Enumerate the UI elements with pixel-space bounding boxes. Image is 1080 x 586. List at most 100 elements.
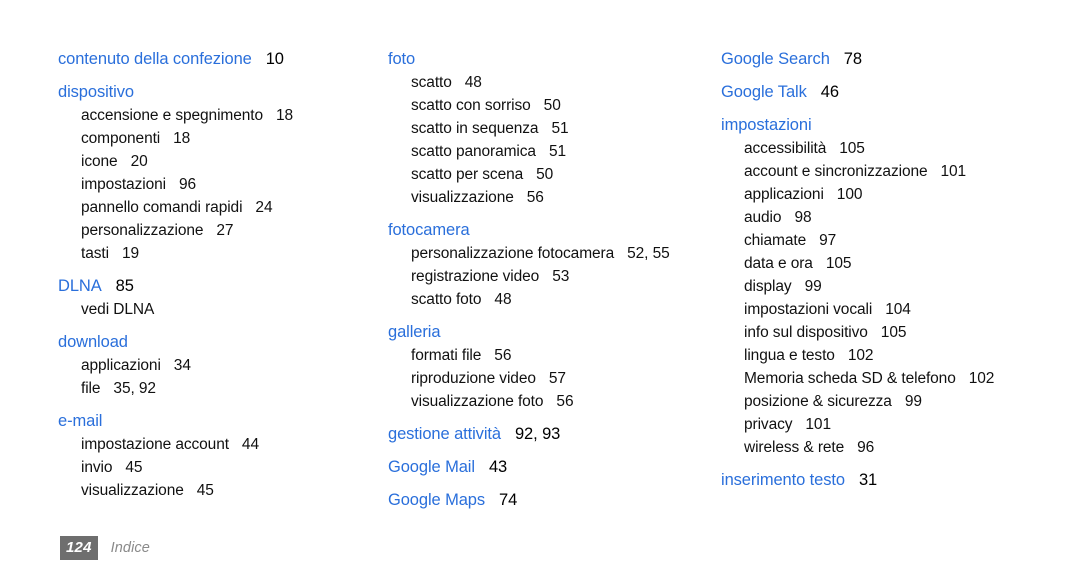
index-group: inserimento testo 31 [721, 469, 1054, 492]
index-entry[interactable]: scatto panoramica 51 [388, 140, 707, 163]
index-entry[interactable]: formati file 56 [388, 344, 707, 367]
index-entry[interactable]: account e sincronizzazione 101 [721, 160, 1054, 183]
index-entry-label: pannello comandi rapidi [81, 199, 243, 216]
index-entry[interactable]: vedi DLNA [58, 298, 374, 321]
index-entry[interactable]: display 99 [721, 275, 1054, 298]
index-entry-label: posizione & sicurezza [744, 393, 892, 410]
index-heading-pages: 78 [843, 50, 862, 68]
index-heading-label: contenuto della confezione [58, 50, 252, 68]
index-heading[interactable]: download [58, 331, 374, 354]
index-entry[interactable]: personalizzazione 27 [58, 219, 374, 242]
index-heading-label: Google Talk [721, 83, 807, 101]
index-entry[interactable]: impostazione account 44 [58, 433, 374, 456]
index-entry[interactable]: scatto 48 [388, 71, 707, 94]
index-entry[interactable]: accensione e spegnimento 18 [58, 104, 374, 127]
index-entry-label: file [81, 380, 101, 397]
index-entry[interactable]: personalizzazione fotocamera 52, 55 [388, 242, 707, 265]
index-entry-label: registrazione video [411, 268, 540, 285]
index-entry[interactable]: impostazioni vocali 104 [721, 298, 1054, 321]
index-entry[interactable]: scatto foto 48 [388, 288, 707, 311]
index-entry-label: personalizzazione [81, 222, 204, 239]
index-entry-list: scatto 48 scatto con sorriso 50 scatto in se… [388, 71, 707, 209]
index-heading[interactable]: foto [388, 48, 707, 71]
index-entry[interactable]: riproduzione video 57 [388, 367, 707, 390]
index-entry[interactable]: file 35, 92 [58, 377, 374, 400]
index-entry[interactable]: visualizzazione 56 [388, 186, 707, 209]
index-columns: contenuto della confezione 10 dispositivo a… [58, 48, 1054, 512]
index-entry-label: scatto [411, 74, 452, 91]
index-column: foto scatto 48 scatto con sorriso 50 scatto i… [388, 48, 721, 512]
index-entry[interactable]: audio 98 [721, 206, 1054, 229]
index-entry-pages: 53 [552, 268, 570, 285]
index-entry-label: audio [744, 209, 782, 226]
index-entry-pages: 45 [125, 459, 143, 476]
index-entry-pages: 105 [880, 324, 907, 341]
index-entry-pages: 98 [794, 209, 812, 226]
index-entry-label: accessibilità [744, 140, 827, 157]
index-entry-label: scatto con sorriso [411, 97, 531, 114]
index-heading[interactable]: Google Maps 74 [388, 489, 707, 512]
index-entry[interactable]: info sul dispositivo 105 [721, 321, 1054, 344]
index-heading[interactable]: fotocamera [388, 219, 707, 242]
index-heading-pages: 92, 93 [514, 425, 561, 443]
index-entry-label: scatto per scena [411, 166, 524, 183]
index-entry[interactable]: pannello comandi rapidi 24 [58, 196, 374, 219]
index-entry[interactable]: tasti 19 [58, 242, 374, 265]
index-heading[interactable]: Google Mail 43 [388, 456, 707, 479]
index-heading-pages: 74 [499, 491, 518, 509]
index-entry[interactable]: scatto con sorriso 50 [388, 94, 707, 117]
index-heading[interactable]: gestione attività 92, 93 [388, 423, 707, 446]
index-entry-list: applicazioni 34 file 35, 92 [58, 354, 374, 400]
index-entry[interactable]: wireless & rete 96 [721, 436, 1054, 459]
index-entry[interactable]: registrazione video 53 [388, 265, 707, 288]
index-entry[interactable]: scatto in sequenza 51 [388, 117, 707, 140]
index-heading-label: impostazioni [721, 116, 812, 134]
index-entry-pages: 105 [839, 140, 865, 157]
index-column: contenuto della confezione 10 dispositivo a… [58, 48, 388, 502]
index-entry[interactable]: chiamate 97 [721, 229, 1054, 252]
index-entry-label: scatto foto [411, 291, 482, 308]
index-group: Google Mail 43 [388, 456, 707, 479]
index-group: contenuto della confezione 10 [58, 48, 374, 71]
index-entry[interactable]: accessibilità 105 [721, 137, 1054, 160]
index-entry[interactable]: Memoria scheda SD & telefono 102 [721, 367, 1054, 390]
index-entry-pages: 27 [216, 222, 234, 239]
index-page: contenuto della confezione 10 dispositivo a… [0, 0, 1080, 586]
index-group: Google Search 78 [721, 48, 1054, 71]
index-entry[interactable]: impostazioni 96 [58, 173, 374, 196]
index-entry[interactable]: posizione & sicurezza 99 [721, 390, 1054, 413]
index-heading[interactable]: e-mail [58, 410, 374, 433]
index-entry[interactable]: privacy 101 [721, 413, 1054, 436]
index-entry[interactable]: lingua e testo 102 [721, 344, 1054, 367]
index-entry-pages: 96 [857, 439, 875, 456]
index-entry[interactable]: invio 45 [58, 456, 374, 479]
index-entry-pages: 51 [551, 120, 569, 137]
index-entry[interactable]: applicazioni 100 [721, 183, 1054, 206]
index-heading[interactable]: impostazioni [721, 114, 1054, 137]
index-heading[interactable]: dispositivo [58, 81, 374, 104]
index-heading[interactable]: Google Search 78 [721, 48, 1054, 71]
index-entry[interactable]: icone 20 [58, 150, 374, 173]
index-heading-pages: 10 [265, 50, 284, 68]
index-heading[interactable]: contenuto della confezione 10 [58, 48, 374, 71]
index-entry[interactable]: scatto per scena 50 [388, 163, 707, 186]
index-heading[interactable]: Google Talk 46 [721, 81, 1054, 104]
index-heading-label: dispositivo [58, 83, 134, 101]
index-entry-pages: 101 [940, 163, 967, 180]
index-entry-label: visualizzazione foto [411, 393, 544, 410]
index-entry-pages: 51 [548, 143, 566, 160]
index-entry-pages: 19 [121, 245, 139, 262]
index-entry[interactable]: visualizzazione 45 [58, 479, 374, 502]
index-entry-label: icone [81, 153, 118, 170]
index-heading[interactable]: inserimento testo 31 [721, 469, 1054, 492]
index-heading-label: e-mail [58, 412, 103, 430]
index-entry[interactable]: data e ora 105 [721, 252, 1054, 275]
index-entry[interactable]: applicazioni 34 [58, 354, 374, 377]
index-heading[interactable]: DLNA 85 [58, 275, 374, 298]
index-heading[interactable]: galleria [388, 321, 707, 344]
footer-section-label: Indice [110, 540, 150, 556]
index-entry[interactable]: visualizzazione foto 56 [388, 390, 707, 413]
index-entry[interactable]: componenti 18 [58, 127, 374, 150]
index-entry-pages: 57 [548, 370, 566, 387]
index-entry-pages: 102 [847, 347, 874, 364]
